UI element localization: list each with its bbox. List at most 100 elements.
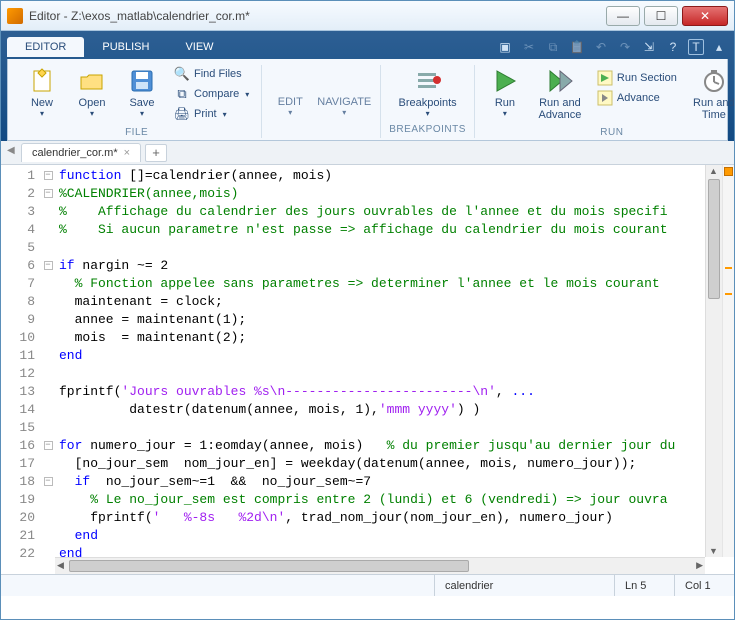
tab-editor[interactable]: EDITOR bbox=[7, 37, 84, 57]
code-line[interactable]: if no_jour_sem~=1 && no_jour_sem~=7 bbox=[59, 473, 705, 491]
cut-icon[interactable]: ✂ bbox=[520, 38, 538, 56]
run-advance-button[interactable]: Run and Advance bbox=[533, 65, 587, 123]
code-line[interactable]: %CALENDRIER(annee,mois) bbox=[59, 185, 705, 203]
code-line[interactable]: annee = maintenant(1); bbox=[59, 311, 705, 329]
find-files-button[interactable]: 🔍Find Files bbox=[170, 65, 253, 83]
compare-button[interactable]: ⧉Compare▾ bbox=[170, 85, 253, 103]
tab-publish[interactable]: PUBLISH bbox=[84, 37, 167, 57]
line-number-gutter: 12345678910111213141516171819202122 bbox=[1, 165, 41, 557]
warning-summary-icon[interactable] bbox=[724, 167, 733, 176]
line-number: 10 bbox=[3, 329, 35, 347]
code-line[interactable]: end bbox=[59, 347, 705, 365]
fold-toggle bbox=[41, 203, 55, 221]
code-line[interactable]: end bbox=[59, 527, 705, 545]
qa-icon-1[interactable]: ▣ bbox=[496, 38, 514, 56]
code-line[interactable]: datestr(datenum(annee, mois, 1),'mmm yyy… bbox=[59, 401, 705, 419]
add-tab-button[interactable]: + bbox=[145, 144, 167, 162]
code-line[interactable]: % Affichage du calendrier des jours ouvr… bbox=[59, 203, 705, 221]
line-number: 1 bbox=[3, 167, 35, 185]
nav-group-label bbox=[320, 123, 323, 134]
code-line[interactable]: % Si aucun parametre n'est passe => affi… bbox=[59, 221, 705, 239]
code-area[interactable]: function []=calendrier(annee, mois)%CALE… bbox=[55, 165, 705, 557]
editor-tabbar: calendrier_cor.m* × + bbox=[1, 141, 734, 165]
fold-toggle bbox=[41, 509, 55, 527]
tab-view[interactable]: VIEW bbox=[167, 37, 231, 57]
minimize-button[interactable]: — bbox=[606, 6, 640, 26]
vertical-scrollbar[interactable] bbox=[705, 165, 722, 557]
message-bar[interactable] bbox=[722, 165, 734, 557]
line-number: 15 bbox=[3, 419, 35, 437]
code-line[interactable] bbox=[59, 239, 705, 257]
paste-icon[interactable]: 📋 bbox=[568, 38, 586, 56]
close-button[interactable]: ✕ bbox=[682, 6, 728, 26]
undo-icon[interactable]: ↶ bbox=[592, 38, 610, 56]
window-title: Editor - Z:\exos_matlab\calendrier_cor.m… bbox=[29, 9, 602, 23]
scroll-thumb[interactable] bbox=[708, 179, 720, 299]
print-button[interactable]: 🖨 Print ▾ bbox=[170, 105, 253, 123]
code-line[interactable]: fprintf('Jours ouvrables %s\n-----------… bbox=[59, 383, 705, 401]
navigate-button[interactable]: NAVIGATE ▾ bbox=[316, 70, 372, 119]
breakpoints-button[interactable]: Breakpoints ▾ bbox=[395, 65, 461, 120]
edit-button[interactable]: EDIT ▾ bbox=[270, 70, 310, 119]
qa-icon-7[interactable]: ⇲ bbox=[640, 38, 658, 56]
fold-column[interactable]: −−−−− bbox=[41, 165, 55, 557]
warning-marker[interactable] bbox=[725, 293, 732, 295]
fold-toggle bbox=[41, 221, 55, 239]
fold-toggle bbox=[41, 419, 55, 437]
dropdown-icon: ▾ bbox=[245, 90, 249, 99]
scroll-thumb[interactable] bbox=[69, 560, 469, 572]
help-icon[interactable]: ? bbox=[664, 38, 682, 56]
status-function: calendrier bbox=[434, 575, 614, 596]
copy-icon[interactable]: ⧉ bbox=[544, 38, 562, 56]
fold-toggle[interactable]: − bbox=[41, 473, 55, 491]
file-tab[interactable]: calendrier_cor.m* × bbox=[21, 143, 141, 162]
fold-toggle bbox=[41, 275, 55, 293]
qa-toggle-icon[interactable]: T bbox=[688, 39, 704, 55]
run-section-button[interactable]: Run Section bbox=[593, 69, 681, 87]
file-group-label: FILE bbox=[125, 127, 148, 138]
code-line[interactable]: % Le no_jour_sem est compris entre 2 (lu… bbox=[59, 491, 705, 509]
collapse-ribbon-icon[interactable]: ▴ bbox=[710, 38, 728, 56]
warning-marker[interactable] bbox=[725, 267, 732, 269]
print-icon: 🖨 bbox=[174, 106, 190, 122]
advance-button[interactable]: Advance bbox=[593, 89, 681, 107]
print-label: Print bbox=[194, 108, 217, 120]
fold-toggle[interactable]: − bbox=[41, 185, 55, 203]
run-time-icon bbox=[700, 67, 728, 95]
redo-icon[interactable]: ↷ bbox=[616, 38, 634, 56]
dropdown-icon: ▾ bbox=[223, 110, 227, 119]
code-line[interactable]: for numero_jour = 1:eomday(annee, mois) … bbox=[59, 437, 705, 455]
fold-toggle[interactable]: − bbox=[41, 257, 55, 275]
horizontal-scrollbar[interactable] bbox=[55, 557, 705, 574]
dropdown-icon: ▾ bbox=[40, 109, 44, 118]
new-button[interactable]: New ▾ bbox=[20, 65, 64, 120]
code-line[interactable] bbox=[59, 419, 705, 437]
code-editor[interactable]: 12345678910111213141516171819202122 −−−−… bbox=[1, 165, 734, 557]
code-line[interactable]: mois = maintenant(2); bbox=[59, 329, 705, 347]
run-time-button[interactable]: Run and Time bbox=[687, 65, 735, 123]
line-number: 21 bbox=[3, 527, 35, 545]
fold-toggle[interactable]: − bbox=[41, 167, 55, 185]
run-time-label: Run and Time bbox=[693, 97, 735, 121]
code-line[interactable] bbox=[59, 365, 705, 383]
breakpoints-label: Breakpoints bbox=[399, 97, 457, 109]
fold-toggle bbox=[41, 545, 55, 563]
close-tab-icon[interactable]: × bbox=[124, 147, 130, 159]
code-line[interactable]: [no_jour_sem nom_jour_en] = weekday(date… bbox=[59, 455, 705, 473]
open-label: Open bbox=[79, 97, 106, 109]
code-line[interactable]: maintenant = clock; bbox=[59, 293, 705, 311]
maximize-button[interactable]: ☐ bbox=[644, 6, 678, 26]
code-line[interactable]: function []=calendrier(annee, mois) bbox=[59, 167, 705, 185]
open-button[interactable]: Open ▾ bbox=[70, 65, 114, 120]
code-line[interactable]: % Fonction appelee sans parametres => de… bbox=[59, 275, 705, 293]
code-line[interactable]: end bbox=[59, 545, 705, 557]
run-label: Run bbox=[495, 97, 515, 109]
fold-toggle bbox=[41, 347, 55, 365]
fold-toggle bbox=[41, 329, 55, 347]
run-button[interactable]: Run ▾ bbox=[483, 65, 527, 120]
save-button[interactable]: Save ▾ bbox=[120, 65, 164, 120]
status-column: Col 1 bbox=[674, 575, 734, 596]
code-line[interactable]: fprintf(' %-8s %2d\n', trad_nom_jour(nom… bbox=[59, 509, 705, 527]
code-line[interactable]: if nargin ~= 2 bbox=[59, 257, 705, 275]
fold-toggle[interactable]: − bbox=[41, 437, 55, 455]
